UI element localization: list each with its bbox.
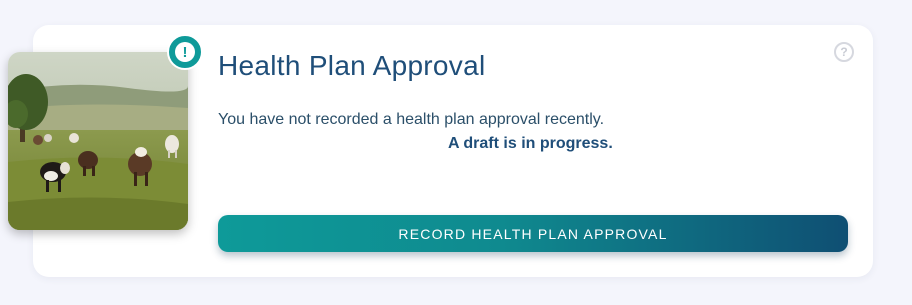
record-health-plan-approval-button[interactable]: RECORD HEALTH PLAN APPROVAL xyxy=(218,215,848,252)
page-title: Health Plan Approval xyxy=(218,50,486,81)
status-message: You have not recorded a health plan appr… xyxy=(218,111,605,128)
exclamation-icon: ! xyxy=(175,42,195,62)
draft-status: A draft is in progress. xyxy=(448,135,613,152)
cattle-field-photo xyxy=(8,52,188,230)
help-icon[interactable]: ? xyxy=(834,42,854,62)
alert-icon: ! xyxy=(167,34,203,70)
